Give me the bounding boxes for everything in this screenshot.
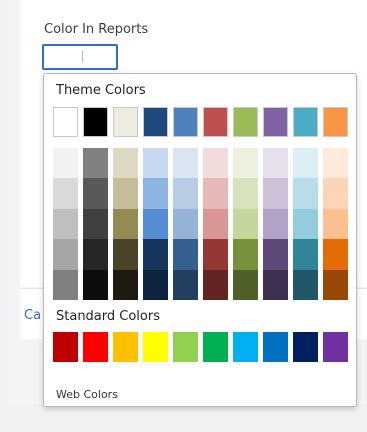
theme-shade-column: [323, 148, 348, 300]
text-caret: [82, 51, 83, 63]
theme-shade-swatch[interactable]: [53, 178, 78, 209]
theme-shade-swatch[interactable]: [203, 269, 228, 300]
standard-color-swatch[interactable]: [203, 332, 228, 362]
standard-color-swatch[interactable]: [233, 332, 258, 362]
theme-color-swatch[interactable]: [203, 107, 228, 137]
theme-shade-swatch[interactable]: [113, 148, 138, 179]
theme-shade-swatch[interactable]: [293, 239, 318, 270]
theme-shade-swatch[interactable]: [113, 239, 138, 270]
theme-shade-swatch[interactable]: [293, 269, 318, 300]
theme-shade-swatch[interactable]: [173, 239, 198, 270]
theme-shade-swatch[interactable]: [293, 148, 318, 179]
theme-shade-swatch[interactable]: [143, 269, 168, 300]
theme-shade-swatch[interactable]: [233, 269, 258, 300]
theme-shade-swatch[interactable]: [113, 178, 138, 209]
theme-color-swatch[interactable]: [233, 107, 258, 137]
theme-shade-column: [143, 148, 168, 300]
theme-shade-column: [83, 148, 108, 300]
theme-shade-column: [53, 148, 78, 300]
theme-shade-swatch[interactable]: [233, 239, 258, 270]
theme-shade-swatch[interactable]: [53, 239, 78, 270]
color-picker-popup: Theme Colors Standard Colors Web Colors: [43, 73, 357, 407]
theme-shade-swatch[interactable]: [263, 178, 288, 209]
color-in-reports-label: Color In Reports: [44, 22, 149, 37]
theme-shade-swatch[interactable]: [203, 148, 228, 179]
theme-shade-swatch[interactable]: [143, 178, 168, 209]
theme-shade-column: [233, 148, 258, 300]
theme-shade-swatch[interactable]: [263, 269, 288, 300]
theme-shade-swatch[interactable]: [323, 208, 348, 240]
theme-shade-swatch[interactable]: [323, 239, 348, 270]
theme-colors-row: [53, 107, 348, 137]
standard-color-swatch[interactable]: [113, 332, 138, 362]
theme-shade-swatch[interactable]: [53, 269, 78, 300]
theme-shade-swatch[interactable]: [323, 178, 348, 209]
theme-shade-swatch[interactable]: [293, 208, 318, 240]
standard-color-swatch[interactable]: [143, 332, 168, 362]
theme-shade-swatch[interactable]: [53, 208, 78, 240]
theme-color-swatch[interactable]: [143, 107, 168, 137]
standard-color-swatch[interactable]: [173, 332, 198, 362]
theme-shade-swatch[interactable]: [293, 178, 318, 209]
theme-shade-swatch[interactable]: [173, 148, 198, 179]
theme-color-swatch[interactable]: [83, 107, 108, 137]
web-colors-link[interactable]: Web Colors: [56, 388, 118, 401]
theme-shade-swatch[interactable]: [113, 208, 138, 240]
theme-shade-column: [293, 148, 318, 300]
standard-color-swatch[interactable]: [83, 332, 108, 362]
theme-color-swatch[interactable]: [293, 107, 318, 137]
theme-shade-swatch[interactable]: [263, 239, 288, 270]
theme-shade-swatch[interactable]: [203, 178, 228, 209]
theme-color-swatch[interactable]: [53, 107, 78, 137]
theme-shade-swatch[interactable]: [203, 239, 228, 270]
theme-colors-title: Theme Colors: [56, 83, 146, 98]
theme-shade-swatch[interactable]: [263, 208, 288, 240]
theme-shade-swatch[interactable]: [323, 269, 348, 300]
theme-shade-column: [263, 148, 288, 300]
theme-shade-swatch[interactable]: [323, 148, 348, 179]
theme-color-swatch[interactable]: [323, 107, 348, 137]
theme-shade-swatch[interactable]: [83, 208, 108, 240]
cancel-link[interactable]: Ca: [24, 308, 41, 323]
theme-shade-swatch[interactable]: [263, 148, 288, 179]
theme-shade-swatch[interactable]: [173, 208, 198, 240]
theme-shade-swatch[interactable]: [143, 239, 168, 270]
theme-shade-swatch[interactable]: [203, 208, 228, 240]
color-in-reports-input[interactable]: [42, 44, 118, 70]
theme-shade-column: [173, 148, 198, 300]
theme-shade-swatch[interactable]: [233, 178, 258, 209]
theme-shade-swatch[interactable]: [143, 208, 168, 240]
theme-shade-column: [203, 148, 228, 300]
theme-shade-swatch[interactable]: [113, 269, 138, 300]
standard-color-swatch[interactable]: [53, 332, 78, 362]
theme-shade-swatch[interactable]: [233, 148, 258, 179]
theme-shade-swatch[interactable]: [173, 269, 198, 300]
standard-color-swatch[interactable]: [323, 332, 348, 362]
theme-shade-swatch[interactable]: [83, 148, 108, 179]
theme-color-swatch[interactable]: [263, 107, 288, 137]
standard-color-swatch[interactable]: [263, 332, 288, 362]
standard-colors-row: [53, 332, 348, 362]
theme-shade-swatch[interactable]: [143, 148, 168, 179]
theme-shade-swatch[interactable]: [83, 178, 108, 209]
theme-shade-column: [113, 148, 138, 300]
theme-shade-swatch[interactable]: [83, 269, 108, 300]
theme-color-swatch[interactable]: [173, 107, 198, 137]
theme-shades-grid: [53, 148, 348, 300]
theme-shade-swatch[interactable]: [233, 208, 258, 240]
theme-shade-swatch[interactable]: [173, 178, 198, 209]
theme-color-swatch[interactable]: [113, 107, 138, 137]
standard-colors-title: Standard Colors: [56, 309, 160, 324]
standard-color-swatch[interactable]: [293, 332, 318, 362]
theme-shade-swatch[interactable]: [83, 239, 108, 270]
theme-shade-swatch[interactable]: [53, 148, 78, 179]
